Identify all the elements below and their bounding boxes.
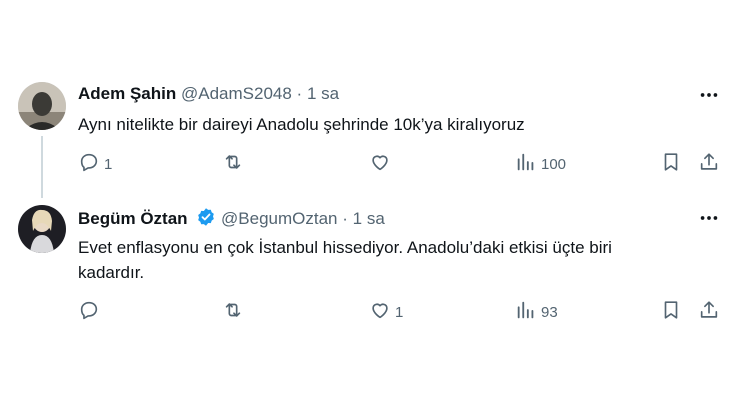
author-name[interactable]: Begüm Öztan <box>78 209 188 228</box>
views-count: 93 <box>541 303 558 321</box>
views-button[interactable]: 93 <box>515 298 558 326</box>
tweet-text: Aynı nitelikte bir daireyi Anadolu şehri… <box>78 115 525 134</box>
like-button[interactable] <box>369 150 395 178</box>
separator-dot: · <box>342 209 348 228</box>
like-icon <box>369 299 391 325</box>
like-icon <box>369 151 391 177</box>
retweet-button[interactable] <box>222 150 248 178</box>
views-icon <box>515 151 537 177</box>
tweet-header: Adem Şahin @AdamS2048 · 1 sa <box>78 84 339 104</box>
tweet-time[interactable]: 1 sa <box>353 209 385 228</box>
retweet-button[interactable] <box>222 298 248 326</box>
retweet-icon <box>222 151 244 177</box>
author-handle[interactable]: @BegumOztan <box>221 209 337 228</box>
share-icon <box>698 151 720 177</box>
tweet-begum[interactable]: Begüm Öztan @BegumOztan · 1 sa Evet enfl… <box>0 195 730 420</box>
bookmark-button[interactable] <box>660 150 682 178</box>
more-icon[interactable] <box>698 84 720 106</box>
reply-button[interactable] <box>78 298 104 326</box>
share-button[interactable] <box>698 298 720 326</box>
views-button[interactable]: 100 <box>515 150 566 178</box>
tweet-text: Evet enflasyonu en çok İstanbul hissediy… <box>78 238 612 282</box>
retweet-icon <box>222 299 244 325</box>
reply-count: 1 <box>104 155 113 173</box>
views-icon <box>515 299 537 325</box>
reply-icon <box>78 151 100 177</box>
bookmark-icon <box>660 299 682 325</box>
separator-dot: · <box>296 84 303 103</box>
avatar-begum[interactable] <box>18 205 66 253</box>
tweet-actions: 1 100 <box>0 150 730 178</box>
tweet-actions: 1 93 <box>0 298 730 326</box>
tweet-adem[interactable]: Adem Şahin @AdamS2048 · 1 sa Aynı niteli… <box>0 0 730 198</box>
verified-badge-icon <box>196 207 216 232</box>
author-name[interactable]: Adem Şahin <box>78 84 176 103</box>
share-button[interactable] <box>698 150 720 178</box>
reply-button[interactable]: 1 <box>78 150 112 178</box>
tweet-time[interactable]: 1 sa <box>307 84 339 103</box>
like-button[interactable]: 1 <box>369 298 403 326</box>
bookmark-icon <box>660 151 682 177</box>
tweet-header: Begüm Öztan @BegumOztan · 1 sa <box>78 207 385 232</box>
reply-icon <box>78 299 100 325</box>
bookmark-button[interactable] <box>660 298 682 326</box>
views-count: 100 <box>541 155 567 173</box>
share-icon <box>698 299 720 325</box>
author-handle[interactable]: @AdamS2048 <box>181 84 292 103</box>
like-count: 1 <box>395 303 404 321</box>
more-icon[interactable] <box>698 207 720 229</box>
avatar-adem[interactable] <box>18 82 66 130</box>
